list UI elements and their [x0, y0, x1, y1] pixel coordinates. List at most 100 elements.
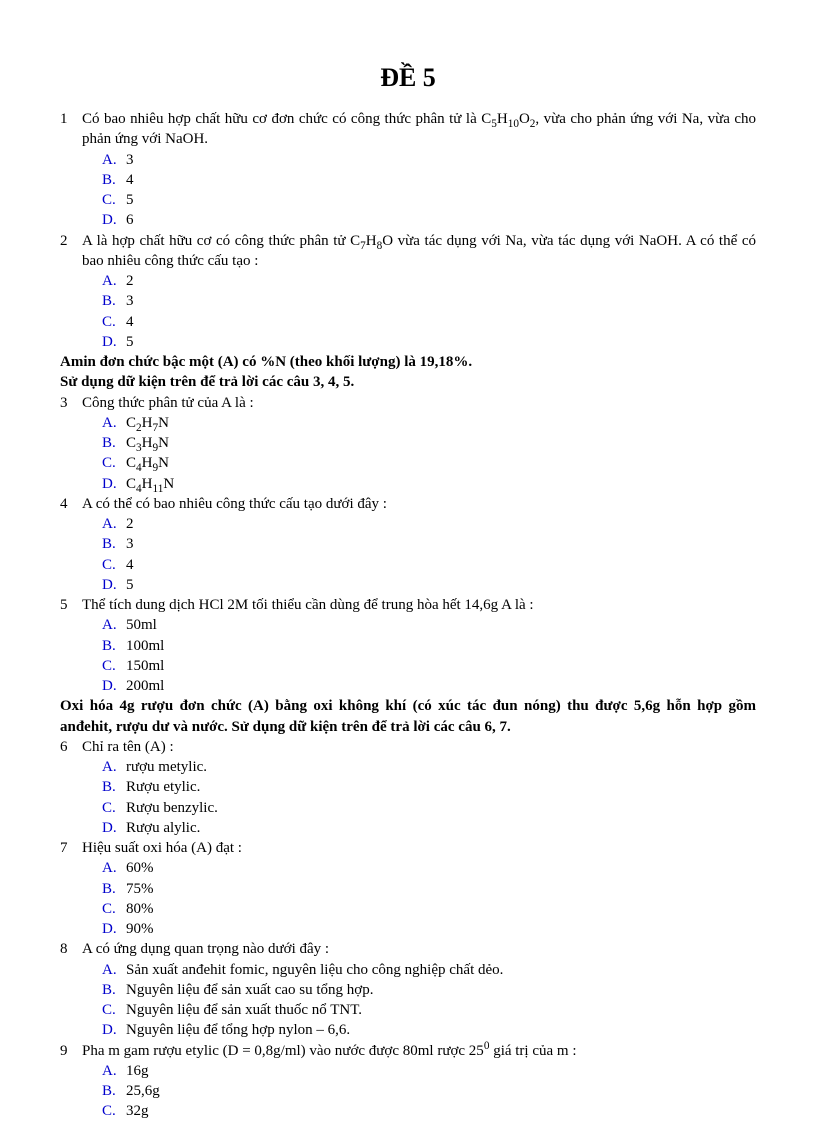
- option-text: rượu metylic.: [126, 757, 207, 777]
- question-text: Pha m gam rượu etylic (D = 0,8g/ml) vào …: [82, 1041, 756, 1061]
- option: B.100ml: [102, 636, 756, 656]
- option-letter: A.: [102, 271, 126, 291]
- option-text: 5: [126, 190, 134, 210]
- option: A.Sản xuất anđehit fomic, nguyên liệu ch…: [102, 960, 756, 980]
- option: B.3: [102, 291, 756, 311]
- option: A.rượu metylic.: [102, 757, 756, 777]
- option-letter: A.: [102, 514, 126, 534]
- option-letter: A.: [102, 1061, 126, 1081]
- option-text: 150ml: [126, 656, 164, 676]
- question: 7Hiệu suất oxi hóa (A) đạt :: [60, 838, 756, 858]
- option-text: 16g: [126, 1061, 149, 1081]
- option-text: 100ml: [126, 636, 164, 656]
- option-letter: A.: [102, 413, 126, 433]
- option-letter: B.: [102, 433, 126, 453]
- option: B.Rượu etylic.: [102, 777, 756, 797]
- option-letter: D.: [102, 474, 126, 494]
- option-text: 90%: [126, 919, 154, 939]
- options: A.rượu metylic.B.Rượu etylic.C.Rượu benz…: [102, 757, 756, 838]
- option-text: 80%: [126, 899, 154, 919]
- option-letter: D.: [102, 575, 126, 595]
- options: A.Sản xuất anđehit fomic, nguyên liệu ch…: [102, 960, 756, 1041]
- question: 5Thể tích dung dịch HCl 2M tối thiểu cần…: [60, 595, 756, 615]
- option-letter: C.: [102, 798, 126, 818]
- option-letter: B.: [102, 170, 126, 190]
- option: D.C4H11N: [102, 474, 756, 494]
- option: C.80%: [102, 899, 756, 919]
- question: 6Chỉ ra tên (A) :: [60, 737, 756, 757]
- option-text: 50ml: [126, 615, 157, 635]
- options: A.3B.4C.5D.6: [102, 150, 756, 231]
- option: A.60%: [102, 858, 756, 878]
- question-number: 2: [60, 231, 82, 272]
- option-letter: C.: [102, 555, 126, 575]
- option-text: Nguyên liệu để tổng hợp nylon – 6,6.: [126, 1020, 350, 1040]
- option-text: C3H9N: [126, 433, 169, 453]
- option-letter: D.: [102, 919, 126, 939]
- option-text: Rượu etylic.: [126, 777, 200, 797]
- option-text: 4: [126, 170, 134, 190]
- options: A.2B.3C.4D.5: [102, 514, 756, 595]
- option-text: 32g: [126, 1101, 149, 1121]
- option-letter: C.: [102, 656, 126, 676]
- question: 3Công thức phân tử của A là :: [60, 393, 756, 413]
- option-letter: B.: [102, 291, 126, 311]
- option: A.C2H7N: [102, 413, 756, 433]
- option-text: 200ml: [126, 676, 164, 696]
- option-letter: A.: [102, 858, 126, 878]
- option-text: 5: [126, 332, 134, 352]
- option: A.2: [102, 514, 756, 534]
- option: C.150ml: [102, 656, 756, 676]
- options: A.60%B.75%C.80%D.90%: [102, 858, 756, 939]
- option: C.C4H9N: [102, 453, 756, 473]
- option-text: 4: [126, 312, 134, 332]
- passage-text: Oxi hóa 4g rượu đơn chức (A) bằng oxi kh…: [60, 696, 756, 737]
- option-text: 60%: [126, 858, 154, 878]
- option: C.Rượu benzylic.: [102, 798, 756, 818]
- option-letter: B.: [102, 1081, 126, 1101]
- options: A.C2H7NB.C3H9NC.C4H9ND.C4H11N: [102, 413, 756, 494]
- option: A.2: [102, 271, 756, 291]
- option-letter: A.: [102, 615, 126, 635]
- question: 8A có ứng dụng quan trọng nào dưới đây :: [60, 939, 756, 959]
- question: 4A có thể có bao nhiêu công thức cấu tạo…: [60, 494, 756, 514]
- option-text: Sản xuất anđehit fomic, nguyên liệu cho …: [126, 960, 503, 980]
- question-text: A có thể có bao nhiêu công thức cấu tạo …: [82, 494, 756, 514]
- option: D.6: [102, 210, 756, 230]
- option-text: Nguyên liệu để sản xuất thuốc nổ TNT.: [126, 1000, 362, 1020]
- option: B.3: [102, 534, 756, 554]
- question: 1Có bao nhiêu hợp chất hữu cơ đơn chức c…: [60, 109, 756, 150]
- option-letter: D.: [102, 332, 126, 352]
- question-text: Thể tích dung dịch HCl 2M tối thiểu cần …: [82, 595, 756, 615]
- option-letter: D.: [102, 210, 126, 230]
- option: C.4: [102, 555, 756, 575]
- question: 2A là hợp chất hữu cơ có công thức phân …: [60, 231, 756, 272]
- option-letter: B.: [102, 980, 126, 1000]
- option-text: 3: [126, 534, 134, 554]
- question-number: 1: [60, 109, 82, 150]
- option-text: 3: [126, 150, 134, 170]
- question-text: Có bao nhiêu hợp chất hữu cơ đơn chức có…: [82, 109, 756, 150]
- option-text: Nguyên liệu để sản xuất cao su tổng hợp.: [126, 980, 373, 1000]
- options: A.50mlB.100mlC.150mlD.200ml: [102, 615, 756, 696]
- option: C.5: [102, 190, 756, 210]
- option: A.16g: [102, 1061, 756, 1081]
- option: C.32g: [102, 1101, 756, 1121]
- question-number: 9: [60, 1041, 82, 1061]
- option: D.200ml: [102, 676, 756, 696]
- option-text: Rượu alylic.: [126, 818, 200, 838]
- option-letter: C.: [102, 1101, 126, 1121]
- question-number: 5: [60, 595, 82, 615]
- question-text: A có ứng dụng quan trọng nào dưới đây :: [82, 939, 756, 959]
- option-letter: D.: [102, 676, 126, 696]
- option: D.5: [102, 332, 756, 352]
- option-text: 4: [126, 555, 134, 575]
- option-text: 75%: [126, 879, 154, 899]
- option: D.Nguyên liệu để tổng hợp nylon – 6,6.: [102, 1020, 756, 1040]
- page-title: ĐỀ 5: [60, 60, 756, 95]
- option-text: 3: [126, 291, 134, 311]
- question-number: 7: [60, 838, 82, 858]
- question-text: Công thức phân tử của A là :: [82, 393, 756, 413]
- option-text: C4H9N: [126, 453, 169, 473]
- question: 9Pha m gam rượu etylic (D = 0,8g/ml) vào…: [60, 1041, 756, 1061]
